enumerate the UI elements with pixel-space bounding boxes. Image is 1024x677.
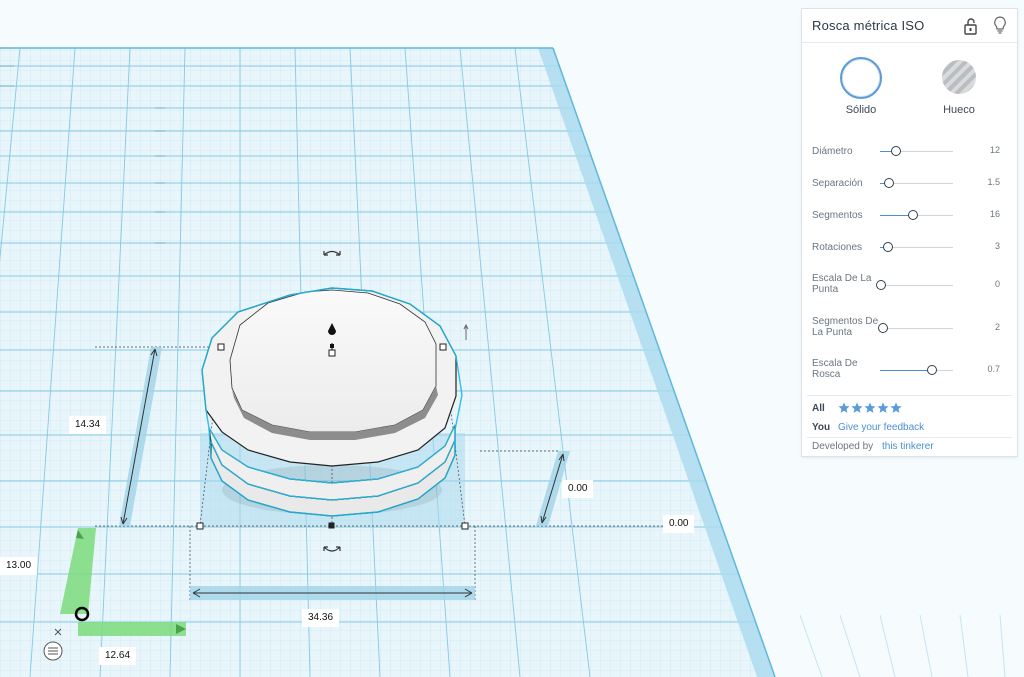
property-slider[interactable] xyxy=(878,323,953,333)
rating-divider xyxy=(807,395,1012,396)
slider-fill xyxy=(880,370,932,371)
slider-knob[interactable] xyxy=(908,210,919,220)
slider-knob[interactable] xyxy=(890,146,901,156)
unlock-icon[interactable] xyxy=(964,17,978,35)
width-dimension-bar xyxy=(190,586,475,600)
developer-divider xyxy=(807,437,1012,438)
developer-link[interactable]: this tinkerer xyxy=(882,441,934,452)
property-label: Rotaciones xyxy=(812,242,863,253)
property-slider[interactable] xyxy=(880,242,953,252)
property-label: Separación xyxy=(812,178,863,189)
height-dimension-label[interactable]: 14.34 xyxy=(69,416,107,434)
star-icon[interactable] xyxy=(864,402,876,414)
shape-inspector-panel: Rosca métrica ISO Sólido Hueco Diámetro 1… xyxy=(802,9,1017,456)
layers-icon[interactable] xyxy=(43,641,63,661)
property-slider[interactable] xyxy=(876,280,953,290)
property-value[interactable]: 0 xyxy=(972,279,1000,289)
hole-striped-circle-icon[interactable] xyxy=(942,60,976,94)
star-icon[interactable] xyxy=(877,402,889,414)
property-value[interactable]: 1.5 xyxy=(972,177,1000,187)
property-label: Segmentos xyxy=(812,210,863,221)
property-slider[interactable] xyxy=(880,146,953,156)
property-label: Segmentos De La Punta xyxy=(812,316,879,338)
star-icon[interactable] xyxy=(838,402,850,414)
property-value[interactable]: 3 xyxy=(972,241,1000,251)
slider-knob[interactable] xyxy=(876,280,886,290)
property-value[interactable]: 0.7 xyxy=(972,364,1000,374)
property-slider[interactable] xyxy=(880,178,953,188)
star-icon[interactable] xyxy=(851,402,863,414)
slider-knob[interactable] xyxy=(883,242,894,252)
origin-x-label[interactable]: 12.64 xyxy=(99,647,137,665)
solid-circle-icon[interactable] xyxy=(840,57,882,99)
property-value[interactable]: 2 xyxy=(972,322,1000,332)
star-icon[interactable] xyxy=(890,402,902,414)
property-label: Escala De Rosca xyxy=(812,358,858,380)
solid-type-label[interactable]: Sólido xyxy=(821,104,901,116)
property-value[interactable]: 12 xyxy=(972,145,1000,155)
title-divider xyxy=(802,42,1017,43)
property-slider[interactable] xyxy=(880,365,953,375)
threaded-cylinder-shape[interactable] xyxy=(201,287,463,517)
elevation-height-label[interactable]: 0.00 xyxy=(562,480,594,498)
give-feedback-link[interactable]: Give your feedback xyxy=(838,422,924,433)
origin-y-label[interactable]: 13.00 xyxy=(0,557,38,575)
lightbulb-icon[interactable] xyxy=(992,15,1008,35)
slider-knob[interactable] xyxy=(927,365,938,375)
property-label: Diámetro xyxy=(812,146,853,157)
hole-type-label[interactable]: Hueco xyxy=(919,104,999,116)
star-rating[interactable] xyxy=(838,401,903,419)
slider-knob[interactable] xyxy=(878,323,889,333)
elevation-label[interactable]: 0.00 xyxy=(663,515,695,533)
background-grid-lines xyxy=(799,614,1006,677)
rating-all-label: All xyxy=(812,403,825,414)
slider-knob[interactable] xyxy=(884,178,895,188)
property-value[interactable]: 16 xyxy=(972,209,1000,219)
property-slider[interactable] xyxy=(880,210,953,220)
rating-you-label: You xyxy=(812,422,831,433)
developed-by-label: Developed by xyxy=(812,441,874,452)
property-label: Escala De La Punta xyxy=(812,273,872,295)
panel-title: Rosca métrica ISO xyxy=(812,18,925,33)
width-dimension-label[interactable]: 34.36 xyxy=(302,609,340,627)
